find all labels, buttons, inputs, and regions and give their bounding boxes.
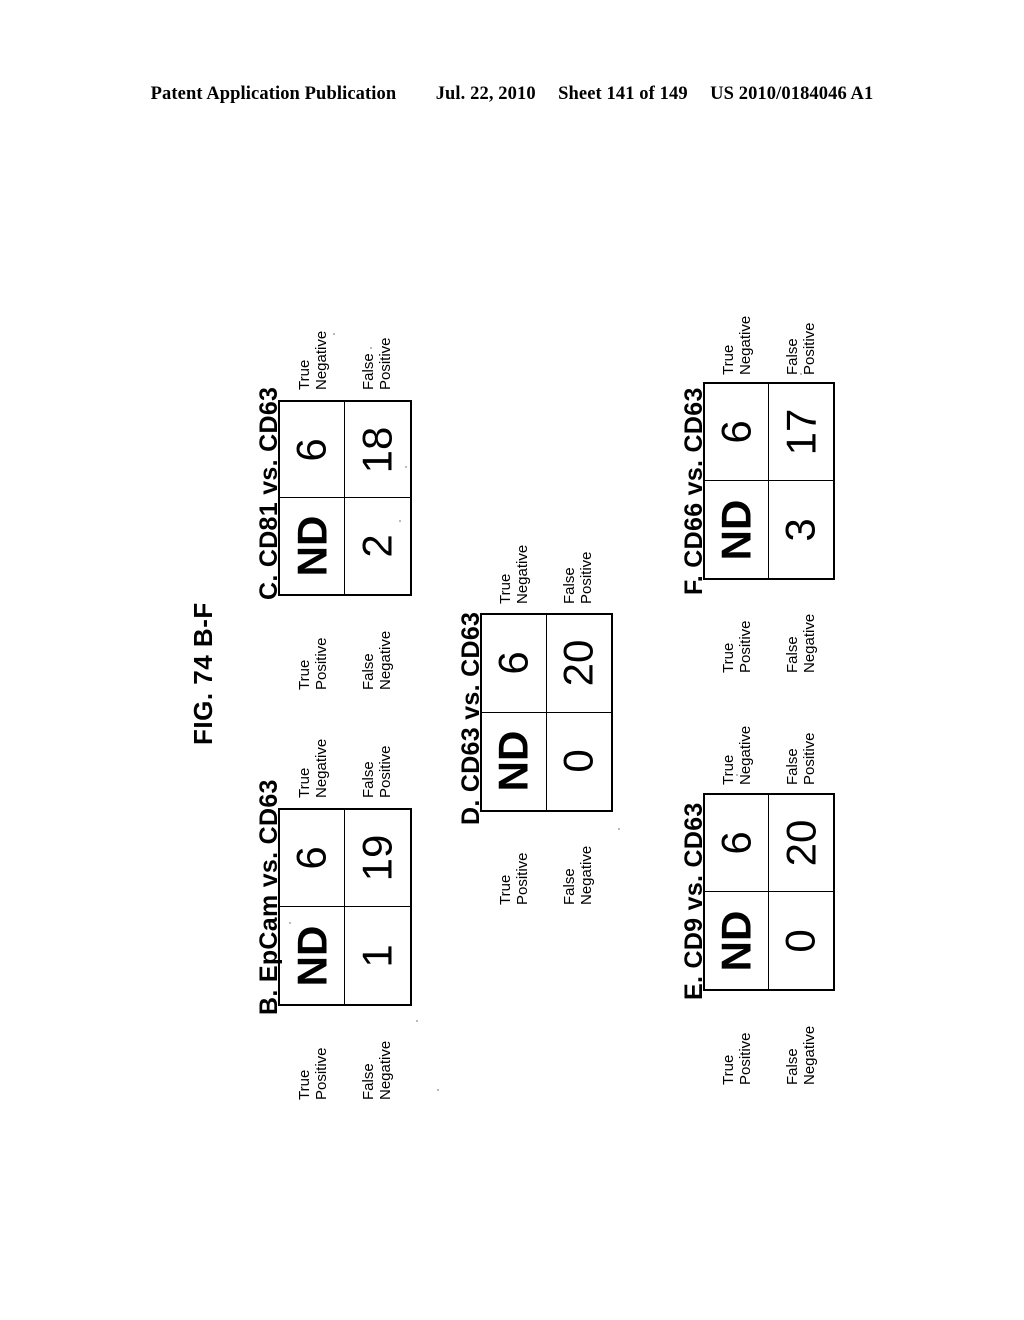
matrix-cell-true-positive: 17 [769,384,833,481]
matrix-cell-false-positive: ND [705,481,769,578]
matrix-cell-false-negative: 0 [769,892,833,989]
scan-artifact [416,1020,418,1022]
matrix-panel-d: 6 20 ND 0 [480,613,613,812]
panel-d-col-header-false-positive: False Positive [561,551,596,604]
cell-value: ND [712,910,760,971]
matrix-cell-false-negative: 1 [345,907,410,1004]
panel-e-row-header-true-positive: True Positive [720,1032,755,1085]
panel-b-col-header-true-negative: True Negative [296,738,331,798]
panel-f-col-header-true-negative: True Negative [720,315,755,375]
matrix-cell-false-negative: 0 [547,713,612,811]
cell-value: ND [287,925,335,986]
panel-e-col-header-true-negative: True Negative [720,725,755,785]
matrix-cell-false-positive: ND [280,498,345,594]
panel-f-col-header-false-positive: False Positive [784,322,819,375]
matrix-panel-c: 6 18 ND 2 [278,400,412,596]
scan-artifact [399,520,401,522]
panel-f-row-header-false-negative: False Negative [784,613,819,673]
cell-value: 6 [489,651,537,675]
scan-artifact [289,922,291,924]
cell-value: 1 [353,943,401,968]
scan-artifact [618,828,620,830]
cell-value: 6 [287,437,335,462]
matrix-cell-true-negative: 6 [482,615,547,713]
matrix-cell-false-negative: 3 [769,481,833,578]
matrix-cell-false-positive: ND [482,712,547,810]
matrix-cell-true-negative: 6 [705,384,769,481]
matrix-panel-f: 6 17 ND 3 [703,382,835,580]
figure-title: FIG. 74 B-F [188,602,218,745]
cell-value: 2 [353,534,401,558]
matrix-cell-true-negative: 6 [705,795,769,892]
cell-value: 6 [287,846,335,870]
panel-e-row-header-false-negative: False Negative [784,1025,819,1085]
matrix-cell-true-positive: 18 [345,402,410,498]
cell-value: ND [712,499,760,560]
cell-value: 18 [353,426,401,473]
panel-e-col-header-false-positive: False Positive [784,732,819,785]
cell-value: 20 [554,639,602,687]
cell-value: 20 [777,819,824,867]
matrix-cell-false-positive: ND [705,892,769,989]
matrix-cell-false-negative: 2 [345,498,410,594]
matrix-cell-true-positive: 20 [769,795,833,892]
scan-artifact [333,333,335,335]
panel-c-col-header-true-negative: True Negative [296,330,331,390]
matrix-cell-true-negative: 6 [280,402,345,498]
matrix-cell-true-negative: 6 [280,810,345,907]
cell-value: 17 [777,408,824,456]
scan-artifact [370,347,372,349]
panel-b-row-header-false-negative: False Negative [360,1040,395,1100]
matrix-panel-b: 6 19 ND 1 [278,808,412,1006]
panel-b-row-header-true-positive: True Positive [296,1047,331,1100]
panel-c-col-header-false-positive: False Positive [360,337,395,390]
panel-d-row-header-false-negative: False Negative [561,845,596,905]
scan-artifact [800,373,802,375]
panel-d-row-header-true-positive: True Positive [497,852,532,905]
cell-value: 0 [554,749,602,773]
cell-value: 6 [712,831,760,855]
panel-c-row-header-false-negative: False Negative [360,630,395,690]
matrix-cell-true-positive: 20 [546,615,611,713]
cell-value: 0 [776,928,824,953]
scan-artifact [736,774,738,776]
cell-value: 6 [712,420,760,444]
cell-value: 19 [353,834,401,882]
panel-b-col-header-false-positive: False Positive [360,745,395,798]
cell-value: ND [287,515,335,577]
panel-f-row-header-true-positive: True Positive [720,620,755,673]
cell-value: 3 [776,517,824,542]
cell-value: ND [489,730,537,792]
matrix-panel-e: 6 20 ND 0 [703,793,835,991]
panel-d-col-header-true-negative: True Negative [497,544,532,604]
scan-artifact [405,466,407,468]
scan-artifact [437,1089,439,1091]
panel-c-row-header-true-positive: True Positive [296,637,331,690]
matrix-cell-true-positive: 19 [345,810,410,907]
figure-74-b-f: FIG. 74 B-F C. CD81 vs. CD63 True Negati… [0,0,1024,1320]
